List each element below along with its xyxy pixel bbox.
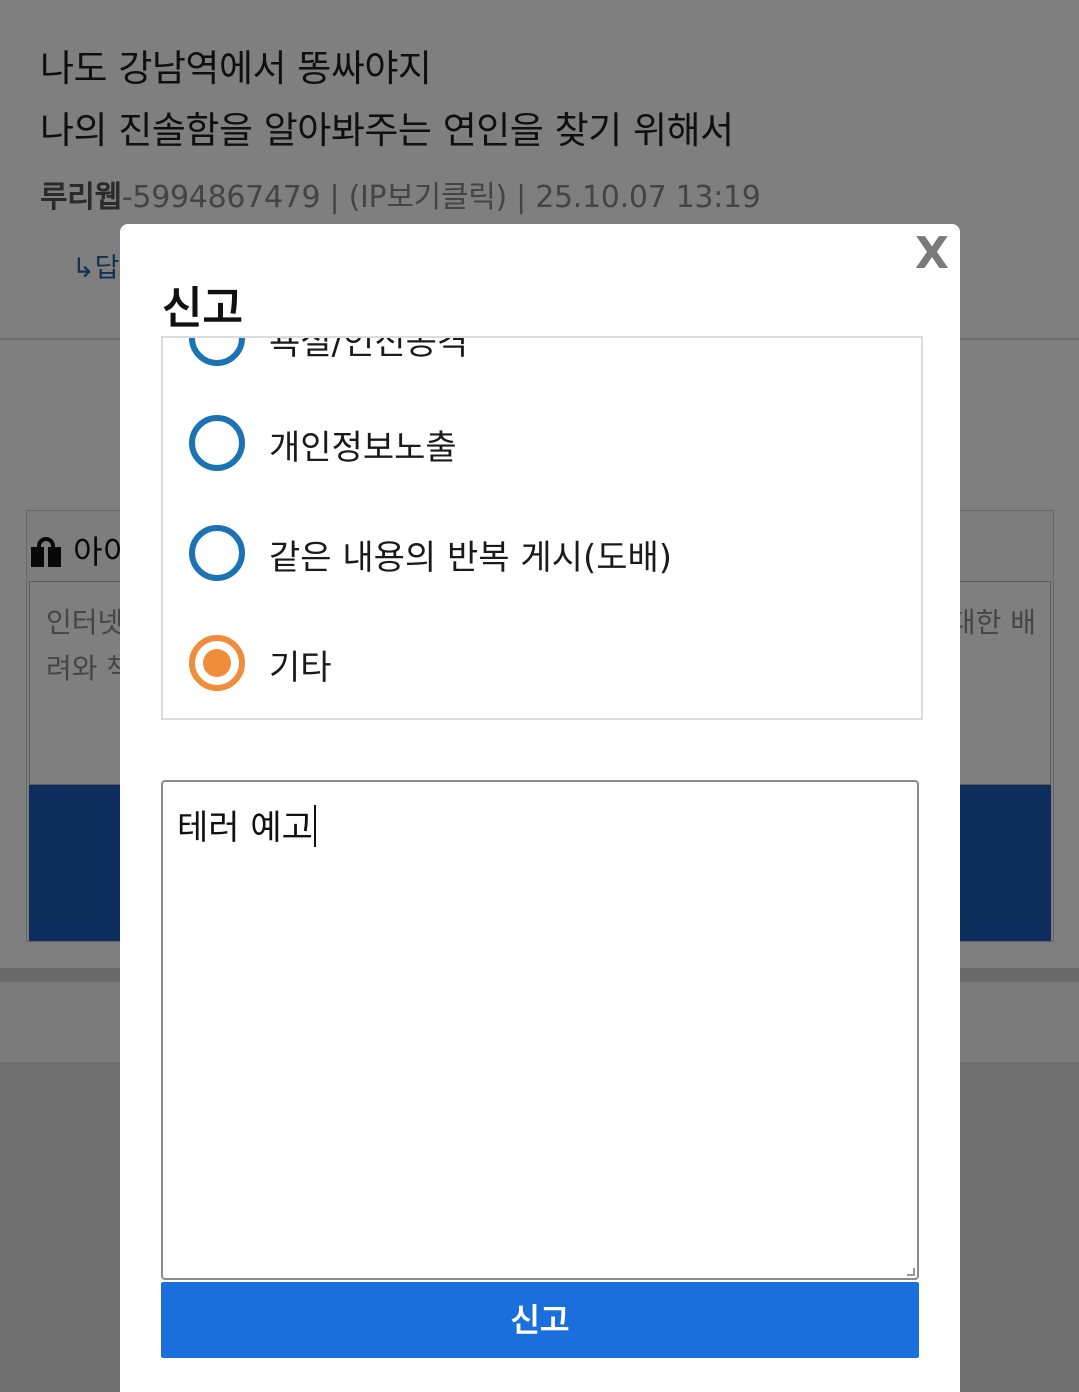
text-caret <box>313 805 316 847</box>
radio-button[interactable] <box>189 415 245 471</box>
reason-label: 개인정보노출 <box>269 428 457 468</box>
reason-option-other[interactable]: 기타 <box>163 608 921 718</box>
reason-option-spam[interactable]: 같은 내용의 반복 게시(도배) <box>163 498 921 608</box>
radio-button[interactable] <box>189 338 245 366</box>
radio-button-checked[interactable] <box>189 635 245 691</box>
close-icon[interactable]: X <box>910 228 954 280</box>
report-detail-text: 테러 예고 <box>177 800 316 849</box>
report-submit-button[interactable]: 신고 <box>161 1282 919 1358</box>
report-modal: X 신고 욕설/인신공격 개인정보노출 같은 내용의 반복 게시(도배) 기타 … <box>120 224 960 1392</box>
report-detail-value: 테러 예고 <box>177 808 313 848</box>
report-reason-list[interactable]: 욕설/인신공격 개인정보노출 같은 내용의 반복 게시(도배) 기타 <box>161 336 923 720</box>
reason-option-abuse[interactable]: 욕설/인신공격 <box>163 336 921 393</box>
report-detail-textarea[interactable]: 테러 예고 <box>161 780 919 1280</box>
resize-grip-icon[interactable] <box>907 1268 915 1276</box>
reason-option-privacy[interactable]: 개인정보노출 <box>163 388 921 498</box>
reason-label: 같은 내용의 반복 게시(도배) <box>269 538 673 578</box>
radio-button[interactable] <box>189 525 245 581</box>
reason-label: 기타 <box>269 648 332 688</box>
reason-label: 욕설/인신공격 <box>269 336 469 363</box>
modal-title: 신고 <box>162 283 243 334</box>
